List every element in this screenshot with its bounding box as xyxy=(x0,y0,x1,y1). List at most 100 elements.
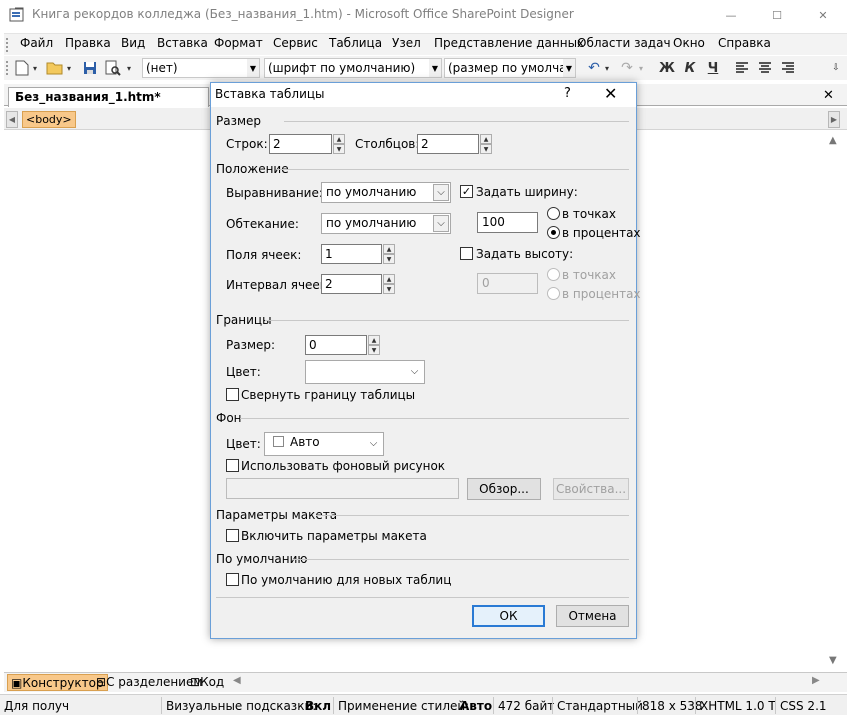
stepper-down-icon[interactable]: ▼ xyxy=(368,345,380,355)
collapse-border-checkbox[interactable] xyxy=(226,388,239,401)
width-pixels-radio[interactable] xyxy=(547,207,560,220)
font-size-combobox[interactable]: (размер по умолчан ▼ xyxy=(444,58,576,78)
style-combobox[interactable]: (нет) ▼ xyxy=(142,58,260,78)
scroll-down-icon[interactable]: ▼ xyxy=(829,655,837,666)
border-color-select[interactable]: ⌵ xyxy=(305,360,425,384)
float-label: Обтекание: xyxy=(226,217,299,231)
stepper-down-icon[interactable]: ▼ xyxy=(333,144,345,154)
menu-task-panes[interactable]: Области задач xyxy=(577,36,671,50)
columns-stepper[interactable]: ▲ ▼ xyxy=(480,134,492,154)
border-size-stepper[interactable]: ▲ ▼ xyxy=(368,335,380,355)
stepper-down-icon[interactable]: ▼ xyxy=(383,254,395,264)
redo-icon[interactable]: ↷ xyxy=(618,59,636,77)
ok-button[interactable]: ОК xyxy=(472,605,545,627)
browse-button[interactable]: Обзор... xyxy=(467,478,541,500)
stepper-up-icon[interactable]: ▲ xyxy=(383,274,395,284)
menu-tools[interactable]: Сервис xyxy=(273,36,318,50)
cancel-button[interactable]: Отмена xyxy=(556,605,629,627)
background-image-checkbox[interactable] xyxy=(226,459,239,472)
height-input[interactable]: 0 xyxy=(477,273,538,294)
help-button[interactable]: ? xyxy=(564,86,571,101)
set-width-checkbox[interactable]: ✓ xyxy=(460,185,473,198)
minimize-button[interactable]: — xyxy=(708,0,754,30)
redo-dropdown-arrow-icon[interactable]: ▾ xyxy=(636,59,646,77)
doctype-schema[interactable]: XHTML 1.0 T xyxy=(700,699,776,713)
menu-data-view[interactable]: Представление данных xyxy=(434,36,584,50)
menu-site[interactable]: Узел xyxy=(392,36,421,50)
stepper-up-icon[interactable]: ▲ xyxy=(368,335,380,345)
layout-params-checkbox[interactable] xyxy=(226,529,239,542)
menu-format[interactable]: Формат xyxy=(214,36,263,50)
properties-button[interactable]: Свойства... xyxy=(553,478,629,500)
print-dropdown-arrow-icon[interactable]: ▾ xyxy=(124,59,134,77)
toolbar-grip-handle[interactable] xyxy=(6,61,10,75)
alignment-select[interactable]: по умолчанию ⌵ xyxy=(321,182,451,203)
menu-insert[interactable]: Вставка xyxy=(157,36,208,50)
width-input[interactable]: 100 xyxy=(477,212,538,233)
align-center-icon[interactable] xyxy=(756,59,774,77)
scroll-up-icon[interactable]: ▲ xyxy=(829,135,837,146)
tag-scroll-right-icon[interactable]: ▶ xyxy=(828,111,840,128)
cell-spacing-input[interactable]: 2 xyxy=(321,274,382,294)
css-schema[interactable]: CSS 2.1 xyxy=(780,699,827,713)
background-color-select[interactable]: Авто ⌵ xyxy=(264,432,384,456)
bold-button[interactable]: Ж xyxy=(658,59,676,77)
tag-scroll-left-icon[interactable]: ◀ xyxy=(6,111,18,128)
cell-spacing-stepper[interactable]: ▲ ▼ xyxy=(383,274,395,294)
body-tag[interactable]: <body> xyxy=(22,111,76,128)
set-height-checkbox[interactable] xyxy=(460,247,473,260)
default-for-new-tables-checkbox[interactable] xyxy=(226,573,239,586)
visual-aids-value[interactable]: Вкл xyxy=(305,699,331,713)
menu-view[interactable]: Вид xyxy=(121,36,145,50)
float-select[interactable]: по умолчанию ⌵ xyxy=(321,213,451,234)
columns-input[interactable]: 2 xyxy=(417,134,479,154)
menu-table[interactable]: Таблица xyxy=(329,36,382,50)
rows-input[interactable]: 2 xyxy=(269,134,332,154)
italic-button[interactable]: К xyxy=(681,59,699,77)
border-size-input[interactable]: 0 xyxy=(305,335,367,355)
stepper-up-icon[interactable]: ▲ xyxy=(333,134,345,144)
rows-stepper[interactable]: ▲ ▼ xyxy=(333,134,345,154)
undo-icon[interactable]: ↶ xyxy=(585,59,603,77)
vertical-scrollbar[interactable]: ▲ ▼ xyxy=(826,131,843,671)
menu-file[interactable]: Файл xyxy=(20,36,53,50)
menu-help[interactable]: Справка xyxy=(718,36,771,50)
cell-padding-stepper[interactable]: ▲ ▼ xyxy=(383,244,395,264)
tab-code-view[interactable]: ⊡Код xyxy=(187,674,227,691)
background-image-path-input[interactable] xyxy=(226,478,459,499)
font-combobox[interactable]: (шрифт по умолчанию) ▼ xyxy=(264,58,442,78)
undo-dropdown-arrow-icon[interactable]: ▾ xyxy=(602,59,612,77)
new-dropdown-arrow-icon[interactable]: ▾ xyxy=(30,59,40,77)
dialog-close-button[interactable]: ✕ xyxy=(604,84,617,103)
align-right-icon[interactable] xyxy=(779,59,797,77)
maximize-button[interactable]: ☐ xyxy=(754,0,800,30)
save-icon[interactable] xyxy=(81,59,99,77)
stepper-up-icon[interactable]: ▲ xyxy=(480,134,492,144)
style-application-value[interactable]: Авто xyxy=(460,699,492,713)
height-percent-radio[interactable] xyxy=(547,287,560,300)
align-left-icon[interactable] xyxy=(733,59,751,77)
stepper-up-icon[interactable]: ▲ xyxy=(383,244,395,254)
document-tab[interactable]: Без_названия_1.htm* xyxy=(8,87,209,107)
height-pixels-radio[interactable] xyxy=(547,268,560,281)
menu-edit[interactable]: Правка xyxy=(65,36,111,50)
scroll-right-icon[interactable]: ▶ xyxy=(812,675,820,686)
stepper-down-icon[interactable]: ▼ xyxy=(480,144,492,154)
open-folder-icon[interactable] xyxy=(46,59,64,77)
stepper-down-icon[interactable]: ▼ xyxy=(383,284,395,294)
editing-mode[interactable]: Стандартный xyxy=(557,699,643,713)
page-dimensions[interactable]: 818 x 538 xyxy=(642,699,703,713)
print-preview-icon[interactable] xyxy=(104,59,122,77)
new-page-icon[interactable] xyxy=(13,59,31,77)
scroll-left-icon[interactable]: ◀ xyxy=(233,675,241,686)
width-percent-radio[interactable] xyxy=(547,226,560,239)
menu-grip-handle[interactable] xyxy=(6,38,10,52)
close-button[interactable]: ✕ xyxy=(800,0,846,30)
code-view-icon: ⊡ xyxy=(190,675,201,689)
close-document-icon[interactable]: ✕ xyxy=(823,88,834,103)
open-dropdown-arrow-icon[interactable]: ▾ xyxy=(64,59,74,77)
underline-button[interactable]: Ч xyxy=(704,59,722,77)
menu-window[interactable]: Окно xyxy=(673,36,705,50)
toolbar-overflow-icon[interactable]: ⇩ xyxy=(830,59,842,77)
cell-padding-input[interactable]: 1 xyxy=(321,244,382,264)
